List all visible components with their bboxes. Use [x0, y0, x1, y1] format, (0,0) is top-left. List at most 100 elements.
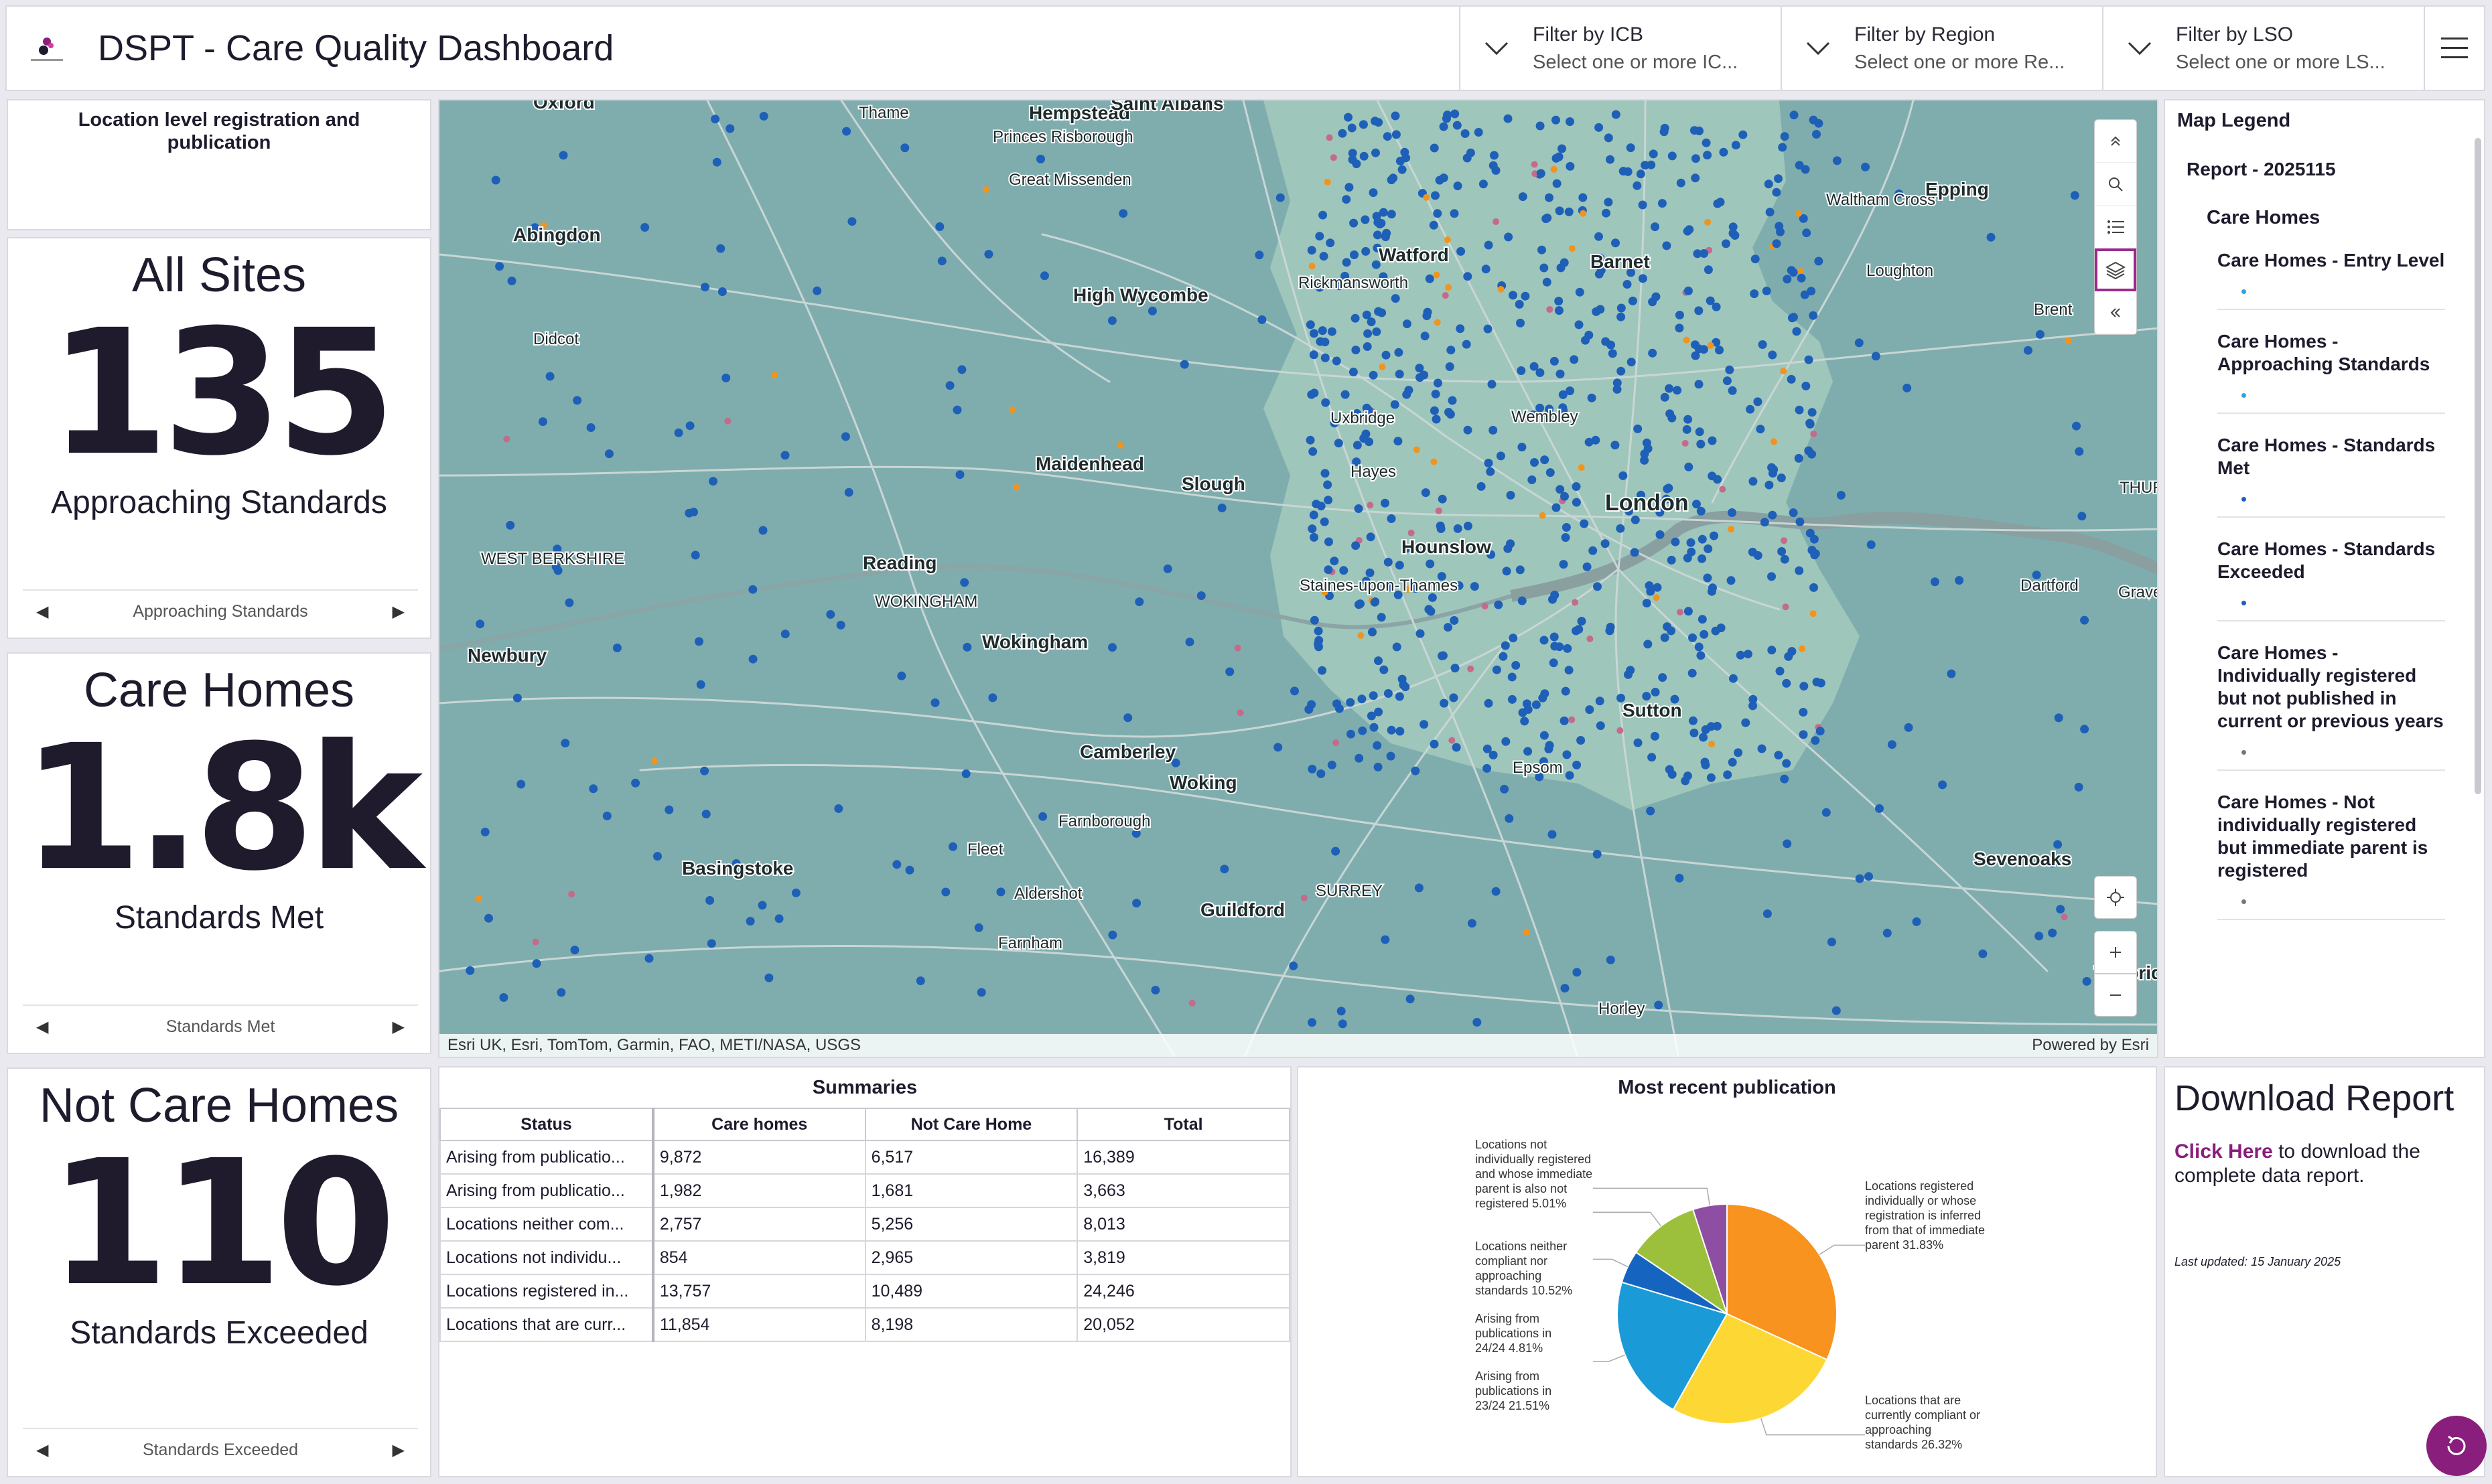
care-home-point[interactable]	[1578, 464, 1585, 471]
care-home-point[interactable]	[559, 151, 568, 160]
care-home-point[interactable]	[589, 784, 598, 794]
care-home-point[interactable]	[1273, 743, 1283, 752]
care-home-point[interactable]	[1348, 149, 1357, 158]
care-home-point[interactable]	[1370, 597, 1379, 607]
care-home-point[interactable]	[1558, 144, 1566, 153]
care-home-point[interactable]	[1797, 268, 1805, 275]
care-home-point[interactable]	[1314, 642, 1323, 652]
care-home-point[interactable]	[1626, 358, 1636, 367]
care-home-point[interactable]	[516, 780, 526, 789]
care-home-point[interactable]	[905, 865, 914, 875]
care-home-point[interactable]	[2056, 905, 2065, 914]
care-home-point[interactable]	[1397, 165, 1407, 174]
care-home-point[interactable]	[1730, 231, 1740, 240]
care-home-point[interactable]	[1387, 514, 1396, 523]
care-home-point[interactable]	[1323, 480, 1332, 490]
care-home-point[interactable]	[1882, 928, 1892, 938]
care-home-point[interactable]	[1148, 306, 1157, 315]
care-home-point[interactable]	[1654, 1000, 1663, 1010]
care-home-point[interactable]	[1578, 193, 1588, 202]
care-home-point[interactable]	[1688, 633, 1697, 642]
care-home-point[interactable]	[1700, 249, 1708, 258]
care-home-point[interactable]	[1339, 566, 1348, 575]
care-home-point[interactable]	[532, 938, 539, 946]
care-home-point[interactable]	[1728, 757, 1737, 767]
care-home-point[interactable]	[1405, 994, 1415, 1004]
care-home-point[interactable]	[1445, 362, 1454, 371]
care-home-point[interactable]	[791, 888, 801, 897]
care-home-point[interactable]	[631, 778, 640, 788]
care-home-point[interactable]	[1351, 313, 1360, 323]
care-home-point[interactable]	[1318, 666, 1327, 675]
care-home-point[interactable]	[1332, 356, 1341, 366]
care-home-point[interactable]	[977, 988, 986, 997]
care-home-point[interactable]	[1399, 680, 1408, 690]
care-home-point[interactable]	[1430, 739, 1439, 749]
care-home-point[interactable]	[1699, 733, 1708, 742]
care-home-point[interactable]	[506, 520, 515, 530]
care-home-point[interactable]	[1633, 181, 1642, 190]
care-home-point[interactable]	[1196, 591, 1206, 600]
care-home-point[interactable]	[1616, 727, 1624, 734]
care-home-point[interactable]	[1722, 376, 1732, 386]
care-home-point[interactable]	[1306, 435, 1315, 445]
care-home-point[interactable]	[1559, 560, 1568, 569]
care-home-point[interactable]	[1436, 524, 1446, 533]
care-home-point[interactable]	[1768, 510, 1777, 520]
care-home-point[interactable]	[949, 842, 957, 851]
care-home-point[interactable]	[1332, 739, 1340, 747]
care-home-point[interactable]	[653, 852, 662, 861]
care-home-point[interactable]	[711, 115, 720, 124]
care-home-point[interactable]	[1660, 633, 1669, 642]
care-home-point[interactable]	[1601, 337, 1610, 346]
care-home-point[interactable]	[984, 250, 993, 259]
care-home-point[interactable]	[2080, 615, 2089, 625]
care-home-point[interactable]	[512, 693, 522, 702]
care-home-point[interactable]	[1496, 451, 1505, 461]
filter-region[interactable]: Filter by Region Select one or more Re...	[1781, 7, 2102, 90]
care-home-point[interactable]	[1630, 548, 1639, 557]
care-home-point[interactable]	[1310, 532, 1318, 542]
care-home-point[interactable]	[1536, 169, 1545, 178]
care-home-point[interactable]	[1527, 475, 1537, 484]
care-home-point[interactable]	[1515, 565, 1525, 575]
care-home-point[interactable]	[1695, 427, 1704, 437]
care-home-point[interactable]	[1604, 198, 1613, 207]
care-home-point[interactable]	[1123, 713, 1133, 723]
care-home-point[interactable]	[1581, 336, 1590, 345]
care-home-point[interactable]	[1708, 471, 1717, 481]
care-home-point[interactable]	[996, 887, 1006, 897]
care-home-point[interactable]	[1354, 504, 1363, 513]
care-home-point[interactable]	[1787, 374, 1796, 384]
care-home-point[interactable]	[491, 175, 500, 185]
refresh-button[interactable]	[2426, 1416, 2487, 1476]
care-home-point[interactable]	[1811, 736, 1820, 745]
care-home-point[interactable]	[1373, 230, 1382, 240]
care-home-point[interactable]	[758, 901, 767, 910]
care-home-point[interactable]	[1694, 380, 1704, 389]
care-home-point[interactable]	[1539, 731, 1549, 740]
care-home-point[interactable]	[1610, 441, 1620, 450]
care-home-point[interactable]	[2075, 447, 2084, 456]
care-home-point[interactable]	[1352, 159, 1361, 169]
care-home-point[interactable]	[1407, 529, 1415, 536]
care-home-point[interactable]	[963, 642, 972, 652]
care-home-point[interactable]	[1671, 537, 1680, 546]
care-home-point[interactable]	[1606, 955, 1615, 964]
care-home-point[interactable]	[1456, 324, 1465, 333]
care-home-point[interactable]	[1904, 723, 1913, 732]
care-home-point[interactable]	[721, 373, 731, 382]
care-home-point[interactable]	[1107, 316, 1117, 325]
care-home-point[interactable]	[1433, 209, 1442, 218]
care-home-point[interactable]	[1368, 627, 1377, 637]
care-home-point[interactable]	[1429, 220, 1438, 230]
care-home-point[interactable]	[1703, 151, 1712, 160]
care-home-point[interactable]	[1774, 751, 1783, 760]
care-home-point[interactable]	[1442, 292, 1449, 299]
care-home-point[interactable]	[1460, 129, 1470, 138]
care-home-point[interactable]	[2077, 512, 2087, 521]
care-home-point[interactable]	[1836, 491, 1846, 500]
zoom-in-button[interactable]	[2094, 931, 2137, 974]
care-home-point[interactable]	[1338, 1019, 1347, 1029]
care-home-point[interactable]	[1602, 208, 1610, 218]
